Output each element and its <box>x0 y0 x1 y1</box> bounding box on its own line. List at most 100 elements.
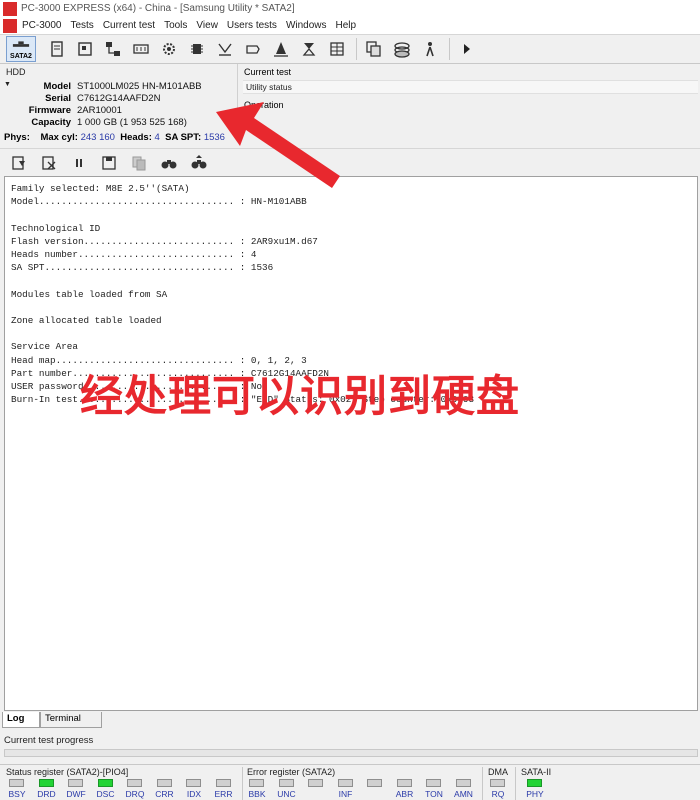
menu-help[interactable]: Help <box>336 20 357 31</box>
find-button[interactable] <box>158 152 180 174</box>
status-led <box>97 779 113 787</box>
ram-icon <box>133 44 149 54</box>
menu-users-tests[interactable]: Users tests <box>227 20 277 31</box>
hdd-caption: HDD <box>6 67 26 77</box>
sata-port-button[interactable]: SATA2 <box>6 36 36 62</box>
error-led-label: AMN <box>454 789 473 799</box>
hdd-serial-value: C7612G14AAFD2N <box>77 93 161 104</box>
heads-tool-button[interactable] <box>270 38 292 60</box>
clear-log-button[interactable] <box>38 152 60 174</box>
dma-caption: DMA <box>488 767 508 777</box>
title-bar: PC-3000 EXPRESS (x64) - China - [Samsung… <box>0 0 700 17</box>
progress-label: Current test progress <box>4 735 94 746</box>
phys-label: Phys: <box>4 132 30 143</box>
error-led <box>455 779 471 787</box>
disk-tool-button[interactable] <box>242 38 264 60</box>
clear-log-icon <box>42 155 56 170</box>
sata-connector-icon <box>12 41 30 47</box>
error-led-label: INF <box>338 789 353 799</box>
log-line: Service Area <box>11 341 78 353</box>
more-tools-button[interactable] <box>456 38 478 60</box>
tab-terminal[interactable]: Terminal <box>40 712 102 728</box>
status-led-label: ERR <box>214 789 233 799</box>
calibrate-icon <box>302 43 316 56</box>
bottom-tabs: Log Terminal <box>0 711 700 728</box>
menu-view[interactable]: View <box>196 20 218 31</box>
status-led-label: DWF <box>66 789 86 799</box>
status-led <box>186 779 201 787</box>
app-logo-icon <box>3 1 17 16</box>
log-line: Flash version...........................… <box>11 235 318 247</box>
menu-tools[interactable]: Tools <box>164 20 187 31</box>
open-log-button[interactable] <box>8 152 30 174</box>
network-icon <box>106 42 120 56</box>
pause-button[interactable] <box>68 152 90 174</box>
save-log-button[interactable] <box>98 152 120 174</box>
chip-icon <box>191 44 203 54</box>
settings-tool-button[interactable] <box>158 38 180 60</box>
status-led <box>68 779 83 787</box>
play-arrow-icon <box>464 44 470 54</box>
scroll-icon <box>51 41 63 57</box>
copy-tool-button[interactable] <box>363 38 385 60</box>
phys-info-row: Phys: Max cyl: 243 160 Heads: 4 SA SPT: … <box>4 132 225 143</box>
error-led <box>249 779 264 787</box>
error-led <box>278 779 294 787</box>
scroll-tool-button[interactable] <box>46 38 68 60</box>
menu-current-test[interactable]: Current test <box>103 20 155 31</box>
chip-tool-button[interactable] <box>186 38 208 60</box>
progress-bar <box>4 749 698 757</box>
menu-windows[interactable]: Windows <box>286 20 327 31</box>
log-output[interactable]: Family selected: M8E 2.5''(SATA) Model...… <box>4 176 698 711</box>
copy-icon <box>366 41 381 57</box>
error-led <box>426 779 441 787</box>
system-menu-icon[interactable] <box>3 18 17 33</box>
network-tool-button[interactable] <box>102 38 124 60</box>
window-title: PC-3000 EXPRESS (x64) - China - [Samsung… <box>21 3 295 14</box>
binoculars-icon <box>161 159 177 168</box>
tab-log[interactable]: Log <box>2 712 40 728</box>
status-led <box>156 779 172 787</box>
error-led-label: BBK <box>248 789 266 799</box>
hdd-serial-label: Serial <box>45 93 71 104</box>
platter-icon <box>394 42 410 58</box>
user-tool-button[interactable] <box>419 38 441 60</box>
scale-tool-button[interactable] <box>214 38 236 60</box>
calibrate-tool-button[interactable] <box>298 38 320 60</box>
toolbar-separator <box>449 38 450 60</box>
hdd-serial-row: Serial C7612G14AAFD2N <box>0 93 237 105</box>
error-led <box>308 779 323 787</box>
error-led-label: ABR <box>395 789 414 799</box>
saspt-label: SA SPT: <box>165 132 202 143</box>
pause-icon <box>76 158 82 167</box>
disk-icon <box>246 45 260 54</box>
grid-icon <box>330 42 344 56</box>
find-next-button[interactable] <box>188 152 210 174</box>
app-window: PC-3000 EXPRESS (x64) - China - [Samsung… <box>0 0 700 800</box>
toolbar-separator <box>356 38 357 60</box>
status-led-label: IDX <box>186 789 202 799</box>
gear-icon <box>163 43 175 55</box>
log-line: Zone allocated table loaded <box>11 315 162 326</box>
hdd-capacity-row: Capacity 1 000 GB (1 953 525 168) <box>0 117 237 129</box>
platter-tool-button[interactable] <box>391 38 413 60</box>
log-toolbar <box>0 148 700 176</box>
hdd-capacity-value: 1 000 GB (1 953 525 168) <box>77 117 187 128</box>
drive-info-button[interactable] <box>74 38 96 60</box>
grid-tool-button[interactable] <box>326 38 348 60</box>
status-led-label: CRR <box>155 789 174 799</box>
status-led <box>9 779 24 787</box>
sata-port-label: SATA2 <box>10 53 32 60</box>
menu-tests[interactable]: Tests <box>70 20 93 31</box>
error-led <box>367 779 382 787</box>
log-line: SA SPT..................................… <box>11 262 274 274</box>
status-led-label: DRQ <box>125 789 145 799</box>
error-led-label: TON <box>425 789 443 799</box>
ram-tool-button[interactable] <box>130 38 152 60</box>
copy-log-button[interactable] <box>128 152 150 174</box>
log-line: Heads number............................… <box>11 249 257 260</box>
error-led <box>396 779 412 787</box>
menu-pc3000[interactable]: PC-3000 <box>22 20 61 31</box>
status-led <box>127 779 142 787</box>
current-test-field: Utility status <box>243 80 698 94</box>
